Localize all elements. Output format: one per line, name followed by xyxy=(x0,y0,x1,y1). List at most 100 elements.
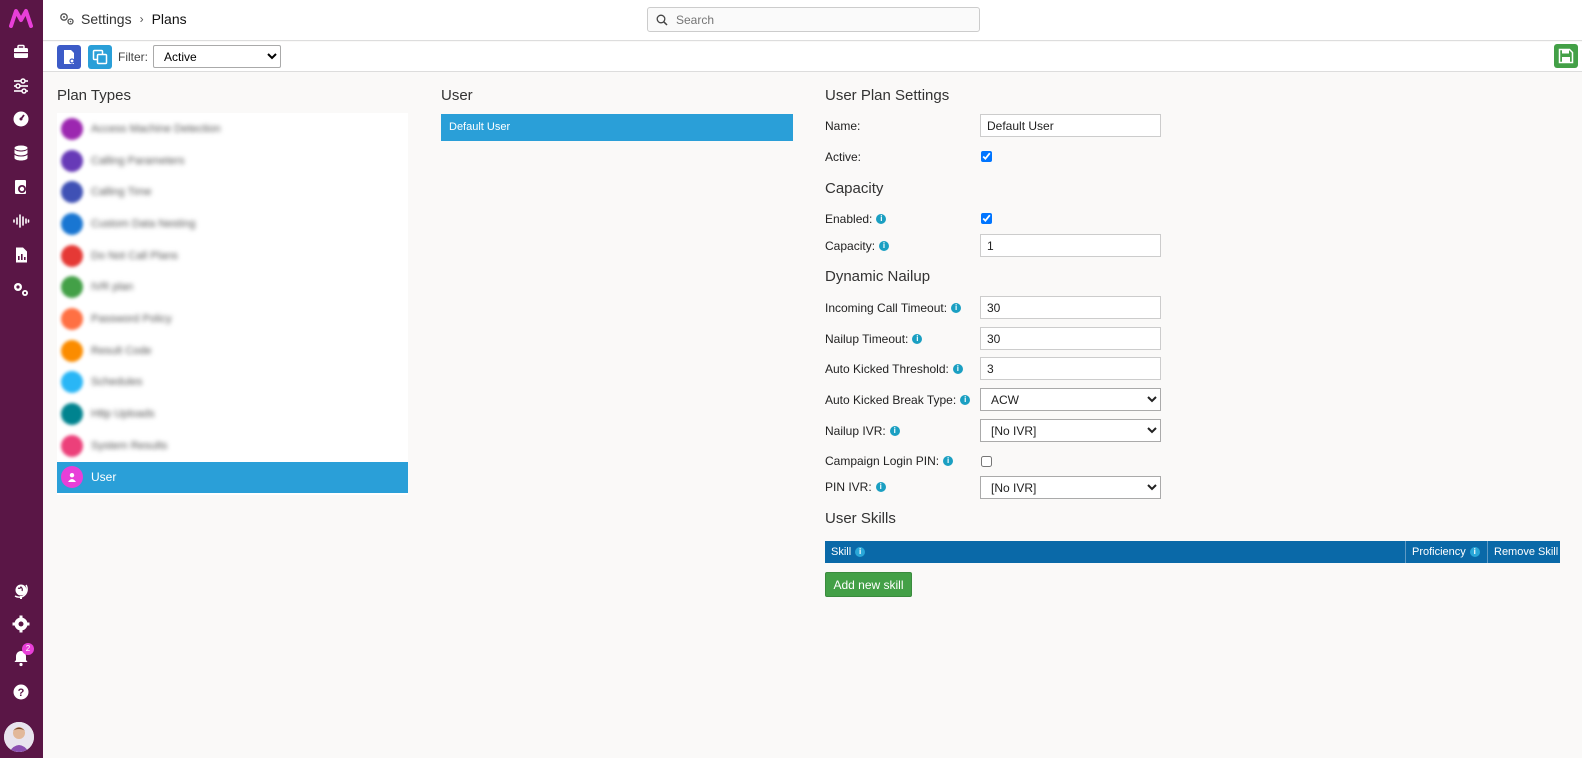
incoming-call-timeout-input[interactable] xyxy=(980,296,1161,319)
notification-count-badge: 2 xyxy=(22,643,34,655)
auto-kicked-break-type-label: Auto Kicked Break Type: i xyxy=(825,393,971,407)
floppy-disk-icon xyxy=(1558,48,1574,64)
info-icon[interactable]: i xyxy=(943,456,954,466)
campaign-login-pin-checkbox[interactable] xyxy=(981,456,992,467)
file-settings-icon[interactable] xyxy=(10,176,32,198)
briefcase-icon[interactable] xyxy=(10,41,32,63)
database-icon[interactable] xyxy=(10,142,32,164)
nailup-timeout-input[interactable] xyxy=(980,327,1161,350)
plan-type-label: Http Uploads xyxy=(91,408,155,421)
info-icon[interactable]: i xyxy=(952,364,963,374)
breadcrumb: Settings › Plans xyxy=(59,11,187,27)
plan-type-item[interactable]: Calling Time xyxy=(57,176,408,208)
add-new-skill-button[interactable]: Add new skill xyxy=(825,572,912,597)
incoming-call-timeout-label-text: Incoming Call Timeout: xyxy=(825,301,948,315)
info-icon[interactable]: i xyxy=(889,426,900,436)
plan-type-icon xyxy=(61,307,83,330)
user-plan-item[interactable]: Default User xyxy=(441,114,793,141)
plan-type-icon xyxy=(61,339,83,362)
breadcrumb-settings[interactable]: Settings xyxy=(81,11,132,27)
search-icon xyxy=(656,14,668,26)
capacity-input[interactable] xyxy=(980,234,1161,257)
new-document-icon xyxy=(64,50,75,64)
nailup-ivr-select[interactable]: [No IVR] xyxy=(980,419,1161,442)
search-input[interactable] xyxy=(676,12,956,27)
info-icon[interactable]: i xyxy=(912,334,923,344)
plan-type-item-user[interactable]: User xyxy=(57,461,408,493)
toolbar: Filter: Active xyxy=(43,42,1582,72)
proficiency-column-header[interactable]: Proficiency i xyxy=(1406,541,1488,563)
audio-waveform-icon[interactable] xyxy=(10,210,32,232)
active-checkbox[interactable] xyxy=(981,151,992,162)
plan-type-item[interactable]: Do Not Call Plans xyxy=(57,240,408,272)
name-label-text: Name: xyxy=(825,119,861,133)
plan-type-item[interactable]: Http Uploads xyxy=(57,398,408,430)
active-label-text: Active: xyxy=(825,150,862,164)
bell-icon[interactable]: 2 xyxy=(10,643,34,669)
pin-ivr-label-text: PIN IVR: xyxy=(825,480,872,494)
copy-plan-button[interactable] xyxy=(88,45,112,69)
info-icon[interactable]: i xyxy=(951,303,962,313)
user-column-title: User xyxy=(441,87,473,104)
auto-kicked-threshold-label-text: Auto Kicked Threshold: xyxy=(825,362,949,376)
info-icon[interactable]: i xyxy=(876,214,887,224)
plan-type-item[interactable]: Custom Data Nesting xyxy=(57,208,408,240)
skill-header-text: Skill xyxy=(831,546,852,558)
plan-type-label: Do Not Call Plans xyxy=(91,249,178,262)
nailup-timeout-label-text: Nailup Timeout: xyxy=(825,332,909,346)
enabled-label-text: Enabled: xyxy=(825,212,873,226)
capacity-section-title: Capacity xyxy=(825,180,884,197)
dashboard-gauge-icon[interactable] xyxy=(10,108,32,130)
new-plan-button[interactable] xyxy=(57,45,81,69)
auto-kicked-break-type-select[interactable]: ACW xyxy=(980,388,1161,411)
save-button[interactable] xyxy=(1554,44,1578,68)
info-icon[interactable]: i xyxy=(875,482,886,492)
gears-icon[interactable] xyxy=(10,278,32,300)
settings-gears-icon xyxy=(60,13,74,25)
auto-kicked-threshold-input[interactable] xyxy=(980,357,1161,380)
plan-types-title: Plan Types xyxy=(57,87,131,104)
pin-ivr-label: PIN IVR: i xyxy=(825,480,886,494)
info-icon[interactable]: i xyxy=(1469,547,1480,557)
plan-type-item[interactable]: Result Code xyxy=(57,335,408,367)
campaign-login-pin-label-text: Campaign Login PIN: xyxy=(825,454,940,468)
app-logo[interactable] xyxy=(9,8,33,28)
sliders-icon[interactable] xyxy=(10,75,32,97)
plan-type-icon xyxy=(61,434,83,457)
info-icon[interactable]: i xyxy=(879,241,890,251)
skills-table-header: Skill i Proficiency i Remove Skill xyxy=(825,541,1560,563)
plan-type-item[interactable]: Schedules xyxy=(57,367,408,399)
skill-column-header[interactable]: Skill i xyxy=(825,541,1406,563)
search-box[interactable] xyxy=(647,7,980,32)
plan-type-label: Result Code xyxy=(91,344,152,357)
info-icon[interactable]: i xyxy=(855,547,866,557)
plan-type-item[interactable]: System Results xyxy=(57,430,408,462)
plan-type-icon xyxy=(61,371,83,394)
pin-ivr-select[interactable]: [No IVR] xyxy=(980,476,1161,499)
plan-type-icon xyxy=(61,244,83,267)
enabled-checkbox[interactable] xyxy=(981,213,992,224)
plan-type-item[interactable]: Password Policy xyxy=(57,303,408,335)
help-icon[interactable]: ? xyxy=(10,681,32,703)
plan-type-icon xyxy=(61,181,83,204)
breadcrumb-separator: › xyxy=(139,12,144,26)
globe-icon[interactable] xyxy=(10,580,32,602)
settings-gear-icon[interactable] xyxy=(10,613,32,635)
auto-kicked-threshold-label: Auto Kicked Threshold: i xyxy=(825,362,963,376)
plan-type-item[interactable]: IVR plan xyxy=(57,271,408,303)
plan-type-item[interactable]: Access Machine Detection xyxy=(57,113,408,145)
info-icon[interactable]: i xyxy=(960,395,971,405)
plan-type-label: Calling Time xyxy=(91,186,152,199)
filter-select[interactable]: Active xyxy=(153,45,281,68)
plan-type-icon xyxy=(61,212,83,235)
plan-type-label: User xyxy=(91,470,117,485)
svg-text:?: ? xyxy=(18,687,25,699)
name-label: Name: xyxy=(825,119,860,133)
plan-type-label: Schedules xyxy=(91,376,143,389)
report-icon[interactable] xyxy=(10,244,32,266)
plan-type-item[interactable]: Calling Parameters xyxy=(57,145,408,177)
user-avatar[interactable] xyxy=(4,722,34,752)
plan-type-icon xyxy=(61,117,83,140)
dynamic-nailup-section-title: Dynamic Nailup xyxy=(825,268,931,285)
name-input[interactable] xyxy=(980,114,1161,137)
